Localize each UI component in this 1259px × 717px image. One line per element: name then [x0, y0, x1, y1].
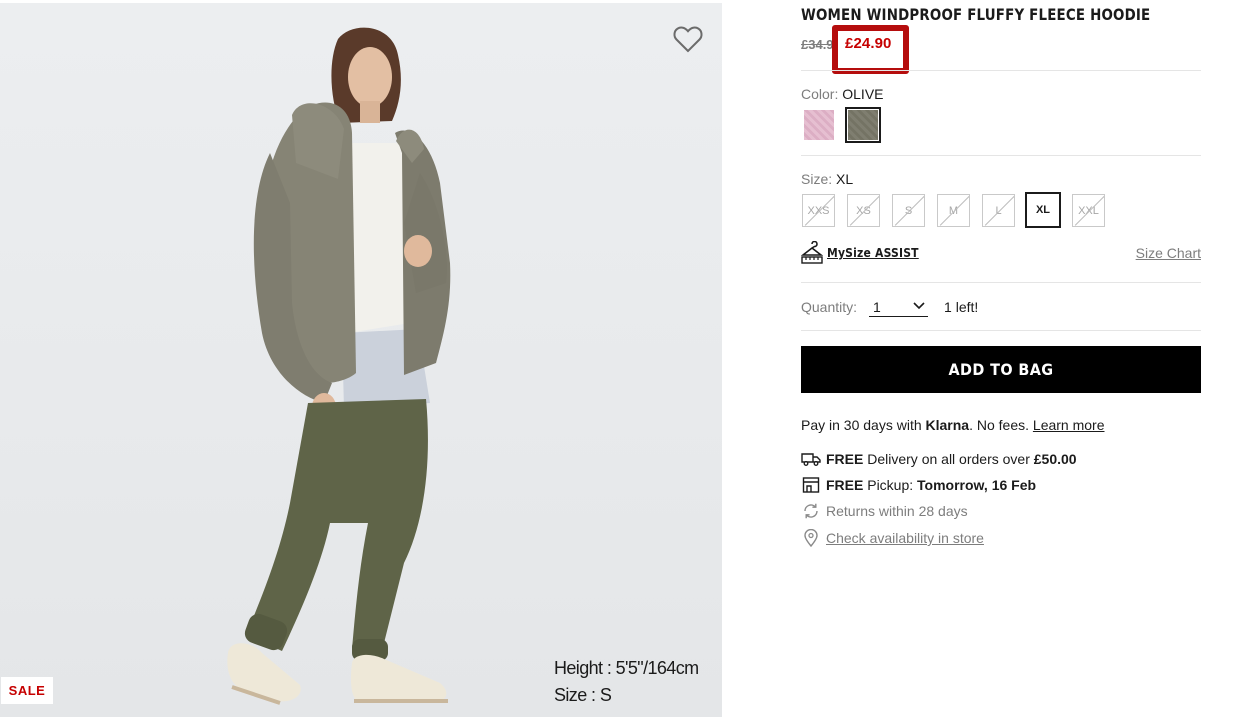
size-option-xxl[interactable]: XXL — [1072, 194, 1105, 227]
size-option-label: S — [904, 204, 913, 217]
return-arrows-icon — [801, 501, 821, 521]
delivery-row: FREE Delivery on all orders over £50.00 — [801, 449, 1077, 469]
swatch-olive-fill — [848, 110, 878, 140]
divider — [801, 330, 1201, 331]
pickup-row: FREE Pickup: Tomorrow, 16 Feb — [801, 475, 1036, 495]
delivery-text: Delivery on all orders over — [867, 451, 1030, 467]
old-price: £34.90 — [801, 37, 835, 52]
divider — [801, 282, 1201, 283]
check-store-link[interactable]: Check availability in store — [826, 530, 984, 546]
color-row: Color: OLIVE — [801, 86, 884, 102]
divider — [801, 155, 1201, 156]
store-icon — [801, 475, 821, 495]
swatch-pink-fill — [804, 110, 834, 140]
wishlist-button[interactable] — [672, 23, 704, 55]
truck-icon — [801, 449, 821, 469]
klarna-learn-more-link[interactable]: Learn more — [1033, 417, 1105, 433]
size-option-l[interactable]: L — [982, 194, 1015, 227]
size-value: XL — [836, 171, 854, 187]
size-option-label: XXS — [807, 204, 830, 217]
size-option-m[interactable]: M — [937, 194, 970, 227]
swatch-olive[interactable] — [845, 107, 881, 143]
delivery-free: FREE — [826, 451, 864, 467]
hanger-ruler-icon — [801, 241, 823, 264]
klarna-suffix: . No fees. — [969, 417, 1030, 433]
pickup-time: Tomorrow, 16 Feb — [917, 477, 1037, 493]
size-option-label: L — [995, 204, 1002, 217]
size-option-label: M — [948, 204, 959, 217]
klarna-row: Pay in 30 days with Klarna. No fees. Lea… — [801, 417, 1105, 433]
delivery-threshold: £50.00 — [1033, 451, 1077, 467]
pickup-free: FREE — [826, 477, 864, 493]
quantity-label: Quantity: — [801, 299, 858, 315]
mysize-label: MySize ASSIST — [827, 246, 919, 260]
product-image[interactable]: Height : 5'5"/164cm Size : S SALE — [0, 3, 722, 717]
color-label: Color: — [801, 86, 839, 102]
sale-price: £24.90 — [845, 35, 892, 52]
model-info: Height : 5'5"/164cm Size : S — [554, 655, 699, 709]
pickup-label: Pickup: — [867, 477, 914, 493]
size-option-xs[interactable]: XS — [847, 194, 880, 227]
stock-note: 1 left! — [944, 299, 979, 315]
mysize-assist-link[interactable]: MySize ASSIST — [801, 241, 919, 265]
size-option-xxs[interactable]: XXS — [802, 194, 835, 227]
heart-outline-icon — [673, 26, 703, 53]
returns-row: Returns within 28 days — [801, 501, 968, 521]
size-chart-link[interactable]: Size Chart — [1136, 245, 1201, 261]
size-row: Size: XL — [801, 171, 853, 187]
returns-text: Returns within 28 days — [826, 503, 968, 519]
swatch-pink[interactable] — [801, 107, 837, 143]
size-option-label: XXL — [1078, 204, 1099, 217]
size-option-s[interactable]: S — [892, 194, 925, 227]
model-height: Height : 5'5"/164cm — [554, 658, 699, 678]
quantity-row: Quantity: 1 1 left! — [801, 297, 978, 317]
model-photo — [227, 27, 451, 705]
product-title: WOMEN WINDPROOF FLUFFY FLEECE HOODIE — [801, 5, 1151, 24]
size-option-label: XS — [856, 204, 871, 217]
quantity-value: 1 — [873, 298, 881, 315]
chevron-down-icon — [913, 301, 925, 309]
quantity-select[interactable]: 1 — [869, 298, 929, 317]
model-size: Size : S — [554, 685, 612, 705]
add-to-bag-button[interactable]: ADD TO BAG — [801, 346, 1201, 393]
size-label: Size: — [801, 171, 833, 187]
store-availability-row: Check availability in store — [801, 528, 984, 548]
color-value: OLIVE — [842, 86, 884, 102]
size-option-label: XL — [1035, 204, 1051, 216]
price-row: £34.90 £24.90 — [801, 25, 1201, 74]
sale-badge: SALE — [1, 677, 53, 704]
location-pin-icon — [801, 528, 821, 548]
klarna-brand: Klarna — [925, 417, 970, 433]
size-option-xl[interactable]: XL — [1025, 192, 1061, 228]
klarna-prefix: Pay in 30 days with — [801, 417, 922, 433]
divider — [801, 70, 1201, 71]
